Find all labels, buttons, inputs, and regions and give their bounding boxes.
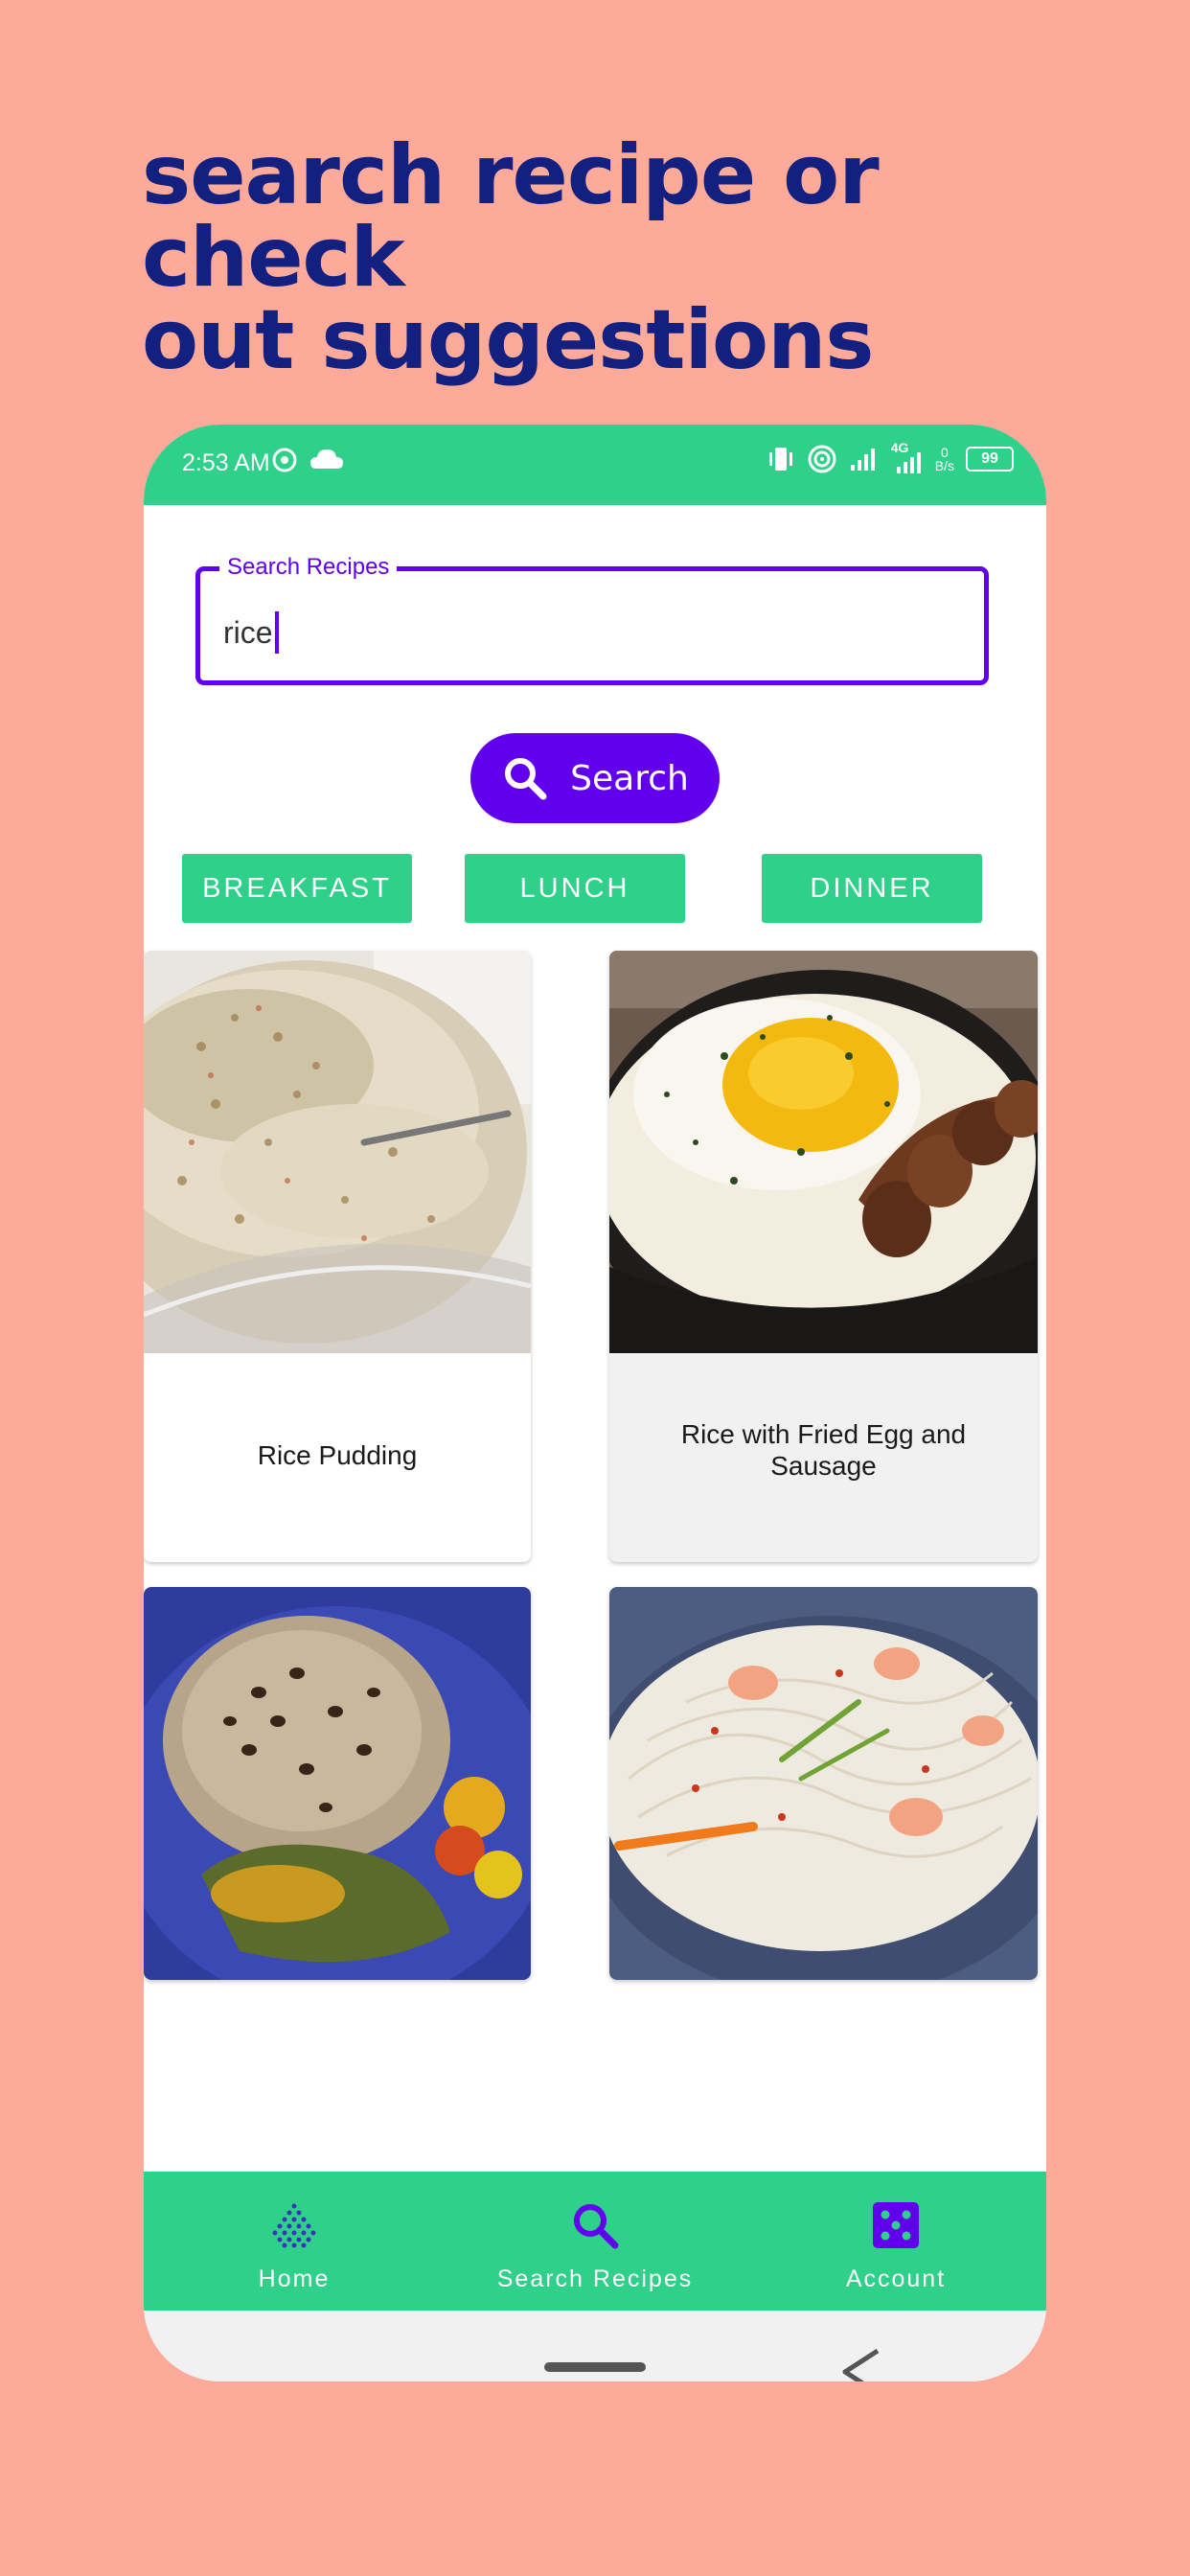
hotspot-icon <box>272 448 297 472</box>
back-icon[interactable] <box>837 2347 885 2381</box>
nav-label-home: Home <box>258 2266 331 2292</box>
headline: search recipe or check out suggestions <box>142 134 1100 381</box>
headline-line-2: out suggestions <box>142 292 875 388</box>
phone-frame: 2:53 AM 4G 0 B/s 99 Search Recipes rice … <box>144 425 1046 2381</box>
recipe-title: Rice Pudding <box>257 1440 418 1470</box>
recipe-image-rice-egg-sausage <box>609 951 1038 1353</box>
nav-label-search-recipes: Search Recipes <box>496 2266 694 2292</box>
home-icon <box>269 2198 319 2252</box>
recipe-card[interactable]: Rice with Fried Egg and Sausage <box>609 951 1038 1562</box>
search-icon <box>569 2198 621 2252</box>
net-speed-value: 0 <box>940 445 949 460</box>
search-input-value[interactable]: rice <box>223 611 279 654</box>
net-speed-unit: B/s <box>934 458 954 473</box>
signal-2-icon <box>896 452 921 473</box>
signal-4g: 4G <box>891 440 924 474</box>
home-gesture-pill[interactable] <box>544 2362 646 2372</box>
status-left-icons <box>270 446 345 474</box>
vibrate-icon <box>768 448 792 471</box>
search-button-label: Search <box>570 758 689 798</box>
battery-icon: 99 <box>966 447 1014 472</box>
system-nav-bar <box>144 2311 1046 2381</box>
dice-icon <box>871 2198 921 2252</box>
headline-line-1: search recipe or check <box>142 127 880 306</box>
dinner-button[interactable]: DINNER <box>762 854 982 923</box>
search-button[interactable]: Search <box>470 733 720 823</box>
search-input-text: rice <box>223 614 273 650</box>
lunch-button[interactable]: LUNCH <box>465 854 685 923</box>
status-right-icons: 4G 0 B/s 99 <box>767 440 1014 474</box>
recipe-card[interactable] <box>609 1587 1038 1980</box>
recipe-image-noodles-shrimp <box>609 1587 1038 1980</box>
net-speed: 0 B/s <box>935 446 954 472</box>
search-icon <box>505 758 547 800</box>
search-input[interactable]: Search Recipes rice <box>195 554 989 685</box>
recipe-image-rice-pudding <box>144 951 531 1353</box>
bottom-nav: Home Search Recipes Account <box>144 2172 1046 2311</box>
status-time: 2:53 AM <box>182 449 270 476</box>
signal-icon <box>850 448 875 471</box>
search-input-label: Search Recipes <box>219 554 398 581</box>
wifi-hotspot-icon <box>808 445 836 473</box>
text-caret <box>274 611 279 654</box>
recipe-card[interactable]: Rice Pudding <box>144 951 531 1562</box>
status-bar: 2:53 AM 4G 0 B/s 99 <box>144 425 1046 505</box>
nav-item-search-recipes[interactable]: Search Recipes <box>445 2172 745 2311</box>
cloud-icon <box>310 449 343 469</box>
breakfast-button[interactable]: BREAKFAST <box>182 854 412 923</box>
nav-item-home[interactable]: Home <box>144 2172 445 2311</box>
nav-label-account: Account <box>845 2266 947 2292</box>
recipe-title: Rice with Fried Egg and Sausage <box>680 1419 967 1481</box>
recipe-card[interactable] <box>144 1587 531 1980</box>
nav-item-account[interactable]: Account <box>745 2172 1046 2311</box>
recipe-image-rice-beans <box>144 1587 531 1980</box>
